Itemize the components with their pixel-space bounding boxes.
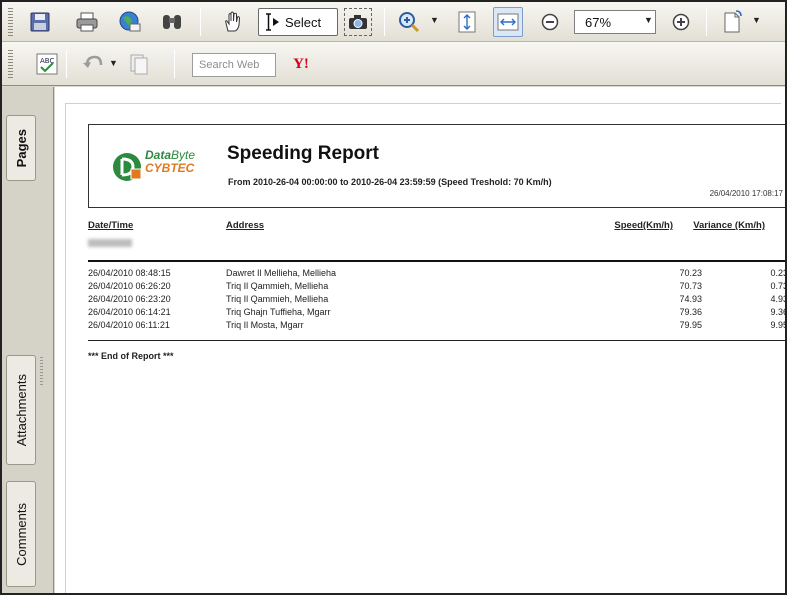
row-variance: 4.93 — [770, 294, 787, 304]
tab-attachments[interactable]: Attachments — [6, 355, 36, 465]
row-speed: 70.73 — [679, 281, 702, 291]
row-variance: 0.73 — [770, 281, 787, 291]
toolbar-separator — [66, 50, 67, 78]
spell-check-icon[interactable]: ABC — [32, 49, 62, 79]
find-binoculars-icon[interactable] — [157, 7, 187, 37]
end-of-report-text: *** End of Report *** — [88, 351, 174, 361]
row-address: Triq Ghajn Tuffieha, Mgarr — [226, 307, 331, 317]
copy-icon[interactable] — [124, 49, 154, 79]
pdf-viewer-window: Select ▼ 67% ▼ ▼ ABC ▼ Search Web Y! Pag… — [0, 0, 787, 595]
zoom-level-value: 67% — [585, 14, 612, 30]
row-speed: 70.23 — [679, 268, 702, 278]
row-datetime: 26/04/2010 06:14:21 — [88, 307, 171, 317]
hand-tool-icon[interactable] — [218, 7, 248, 37]
tab-comments[interactable]: Comments — [6, 481, 36, 587]
table-row: 26/04/2010 06:14:21 Triq Ghajn Tuffieha,… — [88, 307, 787, 317]
zoom-in-icon[interactable] — [666, 7, 696, 37]
fit-width-icon[interactable] — [493, 7, 523, 37]
main-toolbar: Select ▼ 67% ▼ ▼ — [2, 2, 785, 42]
report-date-range: From 2010-26-04 00:00:00 to 2010-26-04 2… — [228, 177, 552, 187]
logo-word-cybtec: CYBTEC — [145, 161, 195, 175]
row-speed: 79.95 — [679, 320, 702, 330]
column-header-datetime: Date/Time — [88, 220, 134, 231]
table-bottom-rule — [88, 340, 785, 341]
zoom-out-icon[interactable] — [535, 7, 565, 37]
panel-resize-grip[interactable] — [40, 357, 43, 387]
toolbar-grip[interactable] — [8, 50, 13, 78]
table-row: 26/04/2010 06:23:20 Triq Il Qammieh, Mel… — [88, 294, 787, 304]
undo-dropdown-arrow-icon[interactable]: ▼ — [109, 58, 118, 68]
report-title: Speeding Report — [227, 143, 380, 164]
yahoo-search-button[interactable]: Y! — [286, 49, 316, 79]
email-globe-icon[interactable] — [115, 7, 145, 37]
undo-icon[interactable] — [78, 49, 108, 79]
table-row: 26/04/2010 08:48:15 Dawret Il Mellieha, … — [88, 268, 787, 278]
logo-wordmark: DataByte CYBTEC — [145, 149, 195, 175]
toolbar-separator — [384, 8, 385, 36]
table-row: 26/04/2010 06:11:21 Triq Il Mosta, Mgarr… — [88, 320, 787, 330]
row-speed: 79.36 — [679, 307, 702, 317]
row-variance: 9.95 — [770, 320, 787, 330]
row-datetime: 26/04/2010 06:26:20 — [88, 281, 171, 291]
row-address: Triq Il Qammieh, Mellieha — [226, 281, 329, 291]
report-header-box: DataByte CYBTEC Speeding Report From 201… — [88, 124, 785, 208]
toolbar-separator — [200, 8, 201, 36]
rotate-page-icon[interactable] — [718, 7, 748, 37]
zoom-level-dropdown-arrow-icon[interactable]: ▼ — [644, 15, 653, 25]
select-tool-button[interactable]: Select — [258, 8, 338, 36]
pdf-page: DataByte CYBTEC Speeding Report From 201… — [65, 103, 785, 593]
tab-pages-label: Pages — [13, 128, 29, 168]
zoom-in-tool-icon[interactable] — [394, 7, 424, 37]
row-address: Triq Il Qammieh, Mellieha — [226, 294, 329, 304]
logo-word-data: Data — [145, 148, 172, 162]
search-web-placeholder: Search Web — [199, 59, 260, 71]
snapshot-camera-icon[interactable] — [344, 8, 372, 36]
text-select-cursor-icon — [266, 13, 279, 31]
rotate-dropdown-arrow-icon[interactable]: ▼ — [752, 15, 761, 25]
row-address: Dawret Il Mellieha, Mellieha — [226, 268, 337, 278]
select-tool-label: Select — [285, 14, 322, 30]
fit-height-icon[interactable] — [452, 7, 482, 37]
toolbar-separator — [174, 50, 175, 78]
tab-comments-label: Comments — [13, 502, 29, 566]
print-icon[interactable] — [72, 7, 102, 37]
tab-pages[interactable]: Pages — [6, 115, 36, 181]
row-address: Triq Il Mosta, Mgarr — [226, 320, 304, 330]
zoom-tool-dropdown-arrow-icon[interactable]: ▼ — [430, 15, 439, 25]
tab-attachments-label: Attachments — [13, 373, 29, 447]
row-datetime: 26/04/2010 06:23:20 — [88, 294, 171, 304]
report-printed-timestamp: 26/04/2010 17:08:17 — [709, 189, 783, 198]
row-datetime: 26/04/2010 06:11:21 — [88, 320, 170, 330]
databyte-logo-icon — [113, 153, 142, 181]
row-datetime: 26/04/2010 08:48:15 — [88, 268, 171, 278]
secondary-toolbar: ABC ▼ Search Web Y! — [2, 42, 785, 86]
row-variance: 0.23 — [770, 268, 787, 278]
navigation-panel: Pages Attachments Comments — [2, 87, 54, 593]
toolbar-separator — [706, 8, 707, 36]
column-header-address: Address — [226, 220, 265, 231]
logo-word-byte: Byte — [171, 148, 196, 162]
yahoo-logo-icon: Y! — [293, 55, 309, 72]
table-row: 26/04/2010 06:26:20 Triq Il Qammieh, Mel… — [88, 281, 787, 291]
column-header-speed: Speed(Km/h) — [614, 220, 673, 231]
column-header-variance: Variance (Km/h) — [693, 220, 765, 231]
table-top-rule — [88, 260, 785, 262]
search-web-input[interactable]: Search Web — [192, 53, 276, 77]
row-speed: 74.93 — [679, 294, 702, 304]
redacted-vehicle-label — [88, 239, 132, 247]
databyte-cybtec-logo: DataByte CYBTEC — [111, 145, 221, 189]
toolbar-grip[interactable] — [8, 8, 13, 36]
row-variance: 9.36 — [770, 307, 787, 317]
document-viewport[interactable]: DataByte CYBTEC Speeding Report From 201… — [55, 87, 785, 593]
save-icon[interactable] — [25, 7, 55, 37]
